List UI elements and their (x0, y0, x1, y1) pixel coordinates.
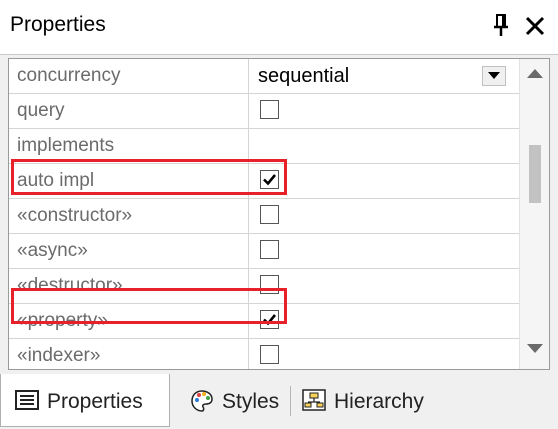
checkbox[interactable] (260, 240, 279, 259)
property-name: «async» (9, 234, 249, 268)
tab-properties-label: Properties (47, 390, 143, 413)
tab-styles[interactable]: Styles (178, 374, 288, 426)
dropdown-button[interactable] (482, 66, 506, 86)
property-name: «indexer» (9, 339, 249, 369)
property-row: query (9, 94, 519, 129)
hierarchy-icon (302, 389, 326, 411)
property-name: implements (9, 129, 249, 163)
property-row: «indexer» (9, 339, 519, 369)
vertical-scrollbar[interactable] (519, 59, 549, 369)
checkbox[interactable] (260, 100, 279, 119)
property-row: «async» (9, 234, 519, 269)
property-value-cell[interactable] (250, 269, 519, 303)
tab-properties[interactable]: Properties (0, 374, 170, 427)
property-value-cell[interactable] (250, 339, 519, 369)
checkbox[interactable] (260, 345, 279, 364)
property-row: «constructor» (9, 199, 519, 234)
tab-hierarchy-label: Hierarchy (334, 390, 424, 413)
scroll-down-arrow-icon[interactable] (526, 343, 544, 355)
scroll-up-arrow-icon[interactable] (526, 67, 544, 79)
chevron-down-icon (488, 72, 500, 79)
property-value-cell[interactable] (250, 164, 519, 198)
property-value-cell[interactable]: sequential (250, 59, 519, 93)
scrollbar-thumb[interactable] (529, 145, 541, 203)
checkbox[interactable] (260, 205, 279, 224)
property-grid: concurrency sequential query implements auto… (8, 58, 550, 370)
concurrency-value: sequential (258, 65, 350, 87)
tab-separator (290, 386, 291, 416)
highlight-auto-impl (11, 159, 287, 195)
property-value-cell[interactable] (250, 94, 519, 128)
properties-window: Properties concurrency sequential query imp… (0, 0, 558, 429)
property-value-cell[interactable] (250, 234, 519, 268)
property-row: concurrency sequential (9, 59, 519, 94)
palette-icon (191, 390, 213, 412)
property-value-cell[interactable] (250, 304, 519, 338)
tab-styles-label: Styles (222, 390, 280, 413)
property-name: «constructor» (9, 199, 249, 233)
property-value-cell[interactable] (250, 129, 519, 163)
properties-icon (15, 390, 39, 410)
close-icon[interactable] (522, 11, 548, 39)
title-bar: Properties (0, 0, 558, 55)
highlight-property (11, 288, 287, 324)
tab-hierarchy[interactable]: Hierarchy (298, 374, 448, 426)
tab-strip: Properties Styles Hierarchy (0, 374, 558, 429)
pin-icon[interactable] (490, 12, 512, 38)
panel-title: Properties (10, 13, 106, 36)
property-name: concurrency (9, 59, 249, 93)
property-value-cell[interactable] (250, 199, 519, 233)
property-name: query (9, 94, 249, 128)
